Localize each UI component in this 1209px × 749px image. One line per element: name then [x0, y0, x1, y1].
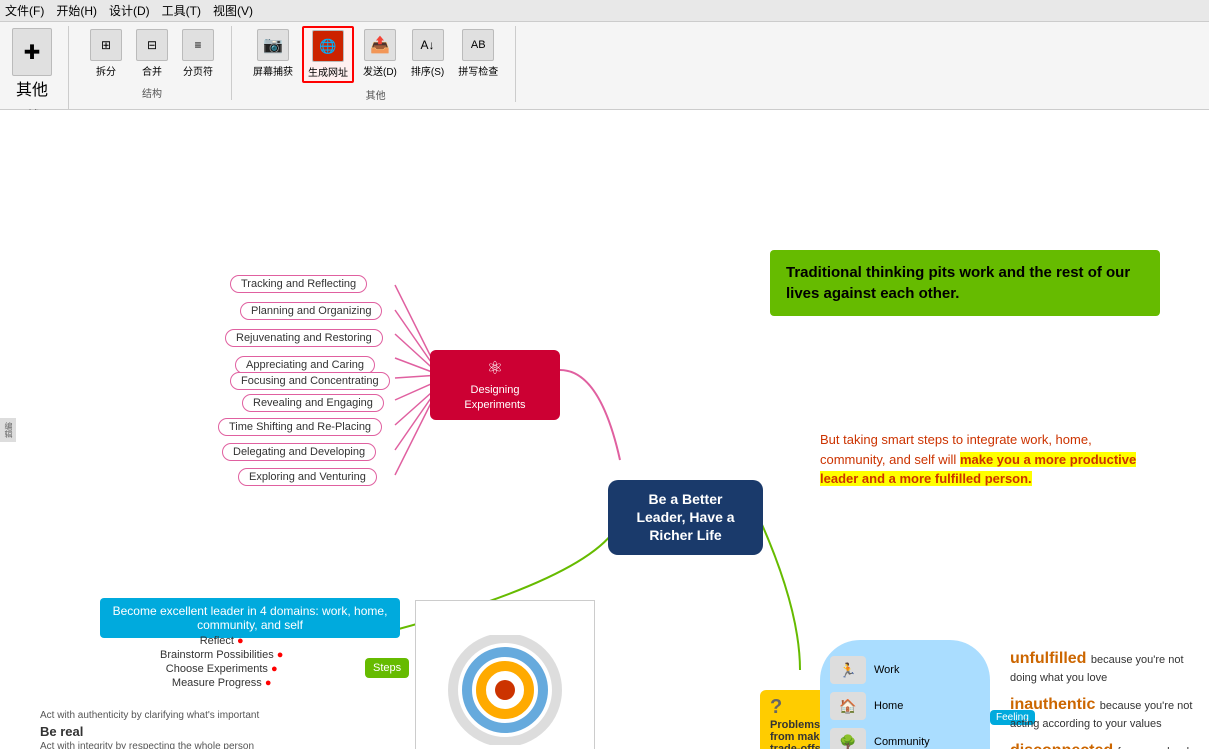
- choose-item: Choose Experiments ●: [160, 663, 283, 675]
- send-button[interactable]: 📤 发送(D): [358, 26, 402, 83]
- brainstorm-item: Brainstorm Possibilities ●: [160, 649, 283, 661]
- principles-section: Act with authenticity by clarifying what…: [40, 710, 259, 749]
- menu-tools[interactable]: 工具(T): [162, 2, 201, 19]
- ribbon-group-other: 📷 屏幕捕获 🌐 生成网址 📤 发送(D) A↓ 排序(S): [248, 26, 516, 102]
- menu-file[interactable]: 文件(F): [5, 2, 44, 19]
- main-canvas: 编辑 Traditional thinking pits work and th…: [0, 110, 1209, 749]
- branch-timeshifting[interactable]: Time Shifting and Re-Placing: [218, 418, 382, 436]
- center-line1: Be a Better: [624, 490, 747, 508]
- split-button[interactable]: ⊞ 拆分: [85, 26, 127, 81]
- red-quote-text: But taking smart steps to integrate work…: [820, 430, 1160, 489]
- menu-bar: 文件(F) 开始(H) 设计(D) 工具(T) 视图(V): [0, 0, 1209, 22]
- feeling-disconnected: disconnected from people who matter to y…: [1010, 742, 1200, 749]
- toolbar: 文件(F) 开始(H) 设计(D) 工具(T) 视图(V) ✚ 其他 对象: [0, 0, 1209, 110]
- center-line3: Richer Life: [624, 526, 747, 544]
- ribbon-group-object: ✚ 其他 对象: [8, 26, 69, 121]
- branch-rejuvenating[interactable]: Rejuvenating and Restoring: [225, 329, 383, 347]
- generate-url-button[interactable]: 🌐 生成网址: [302, 26, 354, 83]
- menu-start[interactable]: 开始(H): [56, 2, 97, 19]
- merge-button[interactable]: ⊟ 合并: [131, 26, 173, 81]
- feeling-unfulfilled: unfulfilled because you're not doing wha…: [1010, 650, 1200, 686]
- center-line2: Leader, Have a: [624, 508, 747, 526]
- reflect-item: Reflect ●: [160, 635, 283, 647]
- principle-2-desc: Act with integrity by respecting the who…: [40, 741, 259, 749]
- green-quote-box: Traditional thinking pits work and the r…: [770, 250, 1160, 316]
- designing-experiments-label: Designing Experiments: [442, 383, 548, 412]
- left-sidebar: 编辑: [0, 418, 16, 442]
- target-logo-svg: [445, 635, 565, 745]
- domain-work: 🏃 Work: [830, 656, 980, 684]
- total-leadership-logo: TOTAL LEADERSHIP: [415, 600, 595, 749]
- branch-delegating[interactable]: Delegating and Developing: [222, 443, 376, 461]
- blue-domains-box: Become excellent leader in 4 domains: wo…: [100, 598, 400, 638]
- menu-design[interactable]: 设计(D): [109, 2, 150, 19]
- screenshot-button[interactable]: 📷 屏幕捕获: [248, 26, 298, 83]
- sort-button[interactable]: A↓ 排序(S): [406, 26, 449, 83]
- pagebreak-button[interactable]: ≡ 分页符: [177, 26, 219, 81]
- center-node[interactable]: Be a Better Leader, Have a Richer Life: [608, 480, 763, 555]
- feeling-inauthentic: inauthentic because you're not acting ac…: [1010, 696, 1200, 732]
- designing-experiments-node[interactable]: ⚛ Designing Experiments: [430, 350, 560, 420]
- domain-community: 🌳 Community: [830, 728, 980, 749]
- domain-home: 🏠 Home: [830, 692, 980, 720]
- steps-section: Reflect ● Brainstorm Possibilities ● Cho…: [160, 635, 283, 691]
- branch-revealing[interactable]: Revealing and Engaging: [242, 394, 384, 412]
- branch-planning[interactable]: Planning and Organizing: [240, 302, 382, 320]
- spell-button[interactable]: AB 拼写检查: [453, 26, 503, 83]
- menu-view[interactable]: 视图(V): [213, 2, 253, 19]
- branch-exploring[interactable]: Exploring and Venturing: [238, 468, 377, 486]
- other-button[interactable]: ✚ 其他: [8, 26, 56, 102]
- steps-label: Steps: [365, 658, 409, 678]
- cloud-domains: 🏃 Work 🏠 Home 🌳 Community ME Self: [820, 640, 990, 749]
- branch-focusing[interactable]: Focusing and Concentrating: [230, 372, 390, 390]
- branch-tracking[interactable]: Tracking and Reflecting: [230, 275, 367, 293]
- measure-item: Measure Progress ●: [160, 677, 283, 689]
- feelings-list: unfulfilled because you're not doing wha…: [1010, 650, 1200, 749]
- principle-1-label: Be real: [40, 724, 259, 739]
- app-window: 文件(F) 开始(H) 设计(D) 工具(T) 视图(V) ✚ 其他 对象: [0, 0, 1209, 749]
- ribbon: ✚ 其他 对象 ⊞ 拆分 ⊟ 合并: [0, 22, 1209, 110]
- principle-1-desc: Act with authenticity by clarifying what…: [40, 710, 259, 721]
- ribbon-group-structure: ⊞ 拆分 ⊟ 合并 ≡ 分页符 结构: [85, 26, 232, 100]
